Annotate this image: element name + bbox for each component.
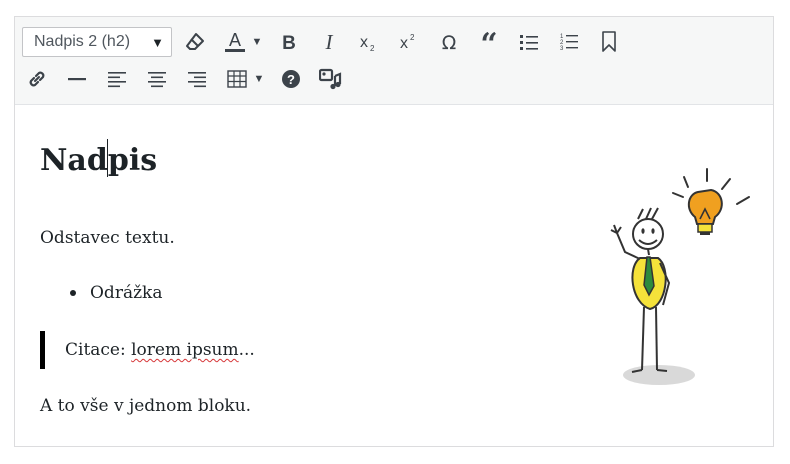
misspelled-word[interactable]: lorem ipsum (131, 340, 239, 360)
align-left-icon (108, 72, 126, 88)
subscript-icon: x 2 (360, 34, 375, 52)
blockquote-button[interactable]: “ (474, 27, 504, 57)
bold-icon: B (282, 33, 296, 52)
align-right-button[interactable] (182, 64, 212, 94)
bookmark-icon (602, 31, 616, 52)
align-center-button[interactable] (142, 64, 172, 94)
format-select[interactable]: Nadpis 2 (h2) ▼ (22, 27, 172, 57)
svg-text:“: “ (480, 32, 497, 52)
text-color-button[interactable]: A (220, 27, 250, 57)
bullet-list-button[interactable] (514, 27, 544, 57)
text-color-dropdown-icon[interactable]: ▼ (250, 27, 264, 57)
list-item-label: Odrážka (90, 283, 163, 303)
table-button[interactable] (222, 64, 252, 94)
content-last-paragraph: A to vše v jednom bloku. (40, 396, 252, 416)
blockquote-text: Citace: lorem ipsum... (65, 340, 255, 360)
blockquote: Citace: lorem ipsum... (40, 331, 255, 369)
italic-button[interactable]: I (314, 27, 344, 57)
link-icon (29, 71, 45, 87)
help-button[interactable]: ? (276, 64, 306, 94)
special-character-button[interactable]: Ω (434, 27, 464, 57)
omega-icon: Ω (442, 32, 457, 52)
svg-text:?: ? (287, 72, 295, 87)
text-color-split: A ▼ (220, 27, 264, 57)
svg-text:2: 2 (370, 44, 375, 52)
blockquote-icon: “ (480, 32, 497, 52)
add-media-button[interactable] (316, 64, 346, 94)
align-right-icon (188, 72, 206, 88)
help-icon: ? (282, 70, 300, 88)
stick-figure-lightbulb-illustration (610, 168, 750, 385)
svg-text:A: A (229, 30, 241, 50)
svg-text:2: 2 (410, 33, 415, 42)
svg-text:x: x (400, 35, 408, 52)
table-split: ▼ (222, 64, 266, 94)
bullet-list-icon (520, 35, 538, 50)
italic-icon: I (325, 32, 334, 52)
subscript-button[interactable]: x 2 (354, 27, 384, 57)
svg-text:B: B (282, 33, 296, 52)
align-left-button[interactable] (102, 64, 132, 94)
clear-formatting-button[interactable] (180, 27, 210, 57)
rich-text-editor: Nadpis 2 (h2) ▼ A ▼ B I x 2 x 2 Ω “ 1 2 … (14, 16, 774, 447)
bullet-dot (70, 290, 76, 296)
horizontal-rule-button[interactable] (62, 64, 92, 94)
svg-text:Ω: Ω (442, 32, 457, 52)
superscript-icon: x 2 (400, 33, 415, 52)
chevron-down-icon: ▼ (151, 34, 164, 50)
align-center-icon (148, 72, 166, 88)
content-paragraph: Odstavec textu. (40, 228, 175, 248)
eraser-icon (186, 33, 204, 50)
link-button[interactable] (22, 64, 52, 94)
superscript-button[interactable]: x 2 (394, 27, 424, 57)
editor-toolbar: Nadpis 2 (h2) ▼ A ▼ B I x 2 x 2 Ω “ 1 2 … (15, 17, 773, 105)
media-icon (319, 68, 342, 90)
bookmark-button[interactable] (594, 27, 624, 57)
svg-text:x: x (360, 34, 368, 51)
table-icon (227, 70, 247, 88)
content-heading: Nadpis (40, 139, 157, 181)
bold-button[interactable]: B (274, 27, 304, 57)
toolbar-row-1: Nadpis 2 (h2) ▼ A ▼ B I x 2 x 2 Ω “ 1 2 … (22, 26, 634, 58)
blockquote-bar (40, 331, 45, 369)
toolbar-row-2: ▼ ? (22, 63, 356, 95)
svg-text:3: 3 (560, 46, 564, 52)
numbered-list-button[interactable]: 1 2 3 (554, 27, 584, 57)
svg-text:I: I (325, 32, 334, 52)
format-select-value: Nadpis 2 (h2) (34, 33, 131, 50)
text-color-icon: A (225, 30, 245, 52)
table-dropdown-icon[interactable]: ▼ (252, 64, 266, 94)
list-item: Odrážka (70, 283, 162, 303)
numbered-list-icon: 1 2 3 (560, 34, 578, 52)
horizontal-rule-icon (68, 78, 86, 81)
